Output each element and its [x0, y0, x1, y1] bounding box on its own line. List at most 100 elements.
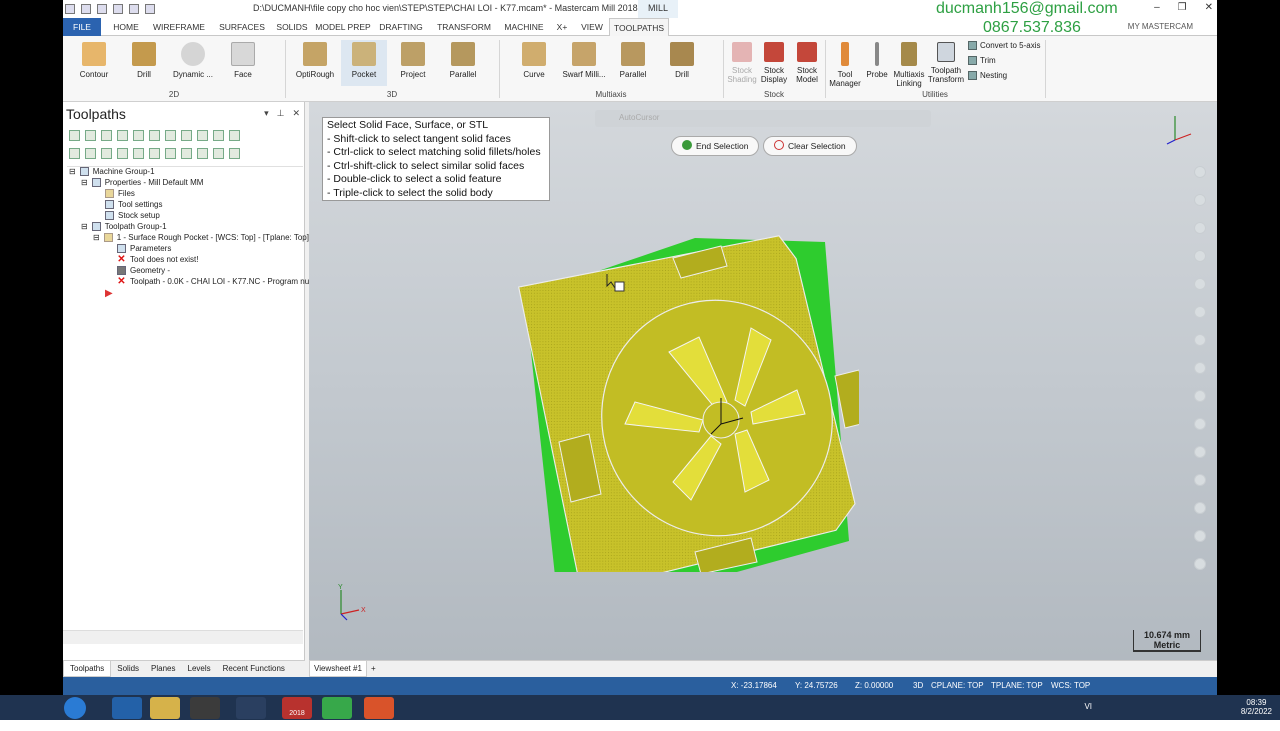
tree-node-tool[interactable]: ✕ Tool does not exist!: [117, 255, 198, 265]
redo-icon[interactable]: [145, 4, 155, 14]
cplane[interactable]: CPLANE: TOP: [931, 681, 984, 690]
move-down-icon[interactable]: [117, 147, 128, 159]
select-all-icon[interactable]: [69, 129, 80, 141]
explorer-icon[interactable]: [150, 697, 180, 719]
tab-x-[interactable]: X+: [549, 18, 575, 36]
measure-icon[interactable]: [1194, 306, 1206, 318]
insert-arrow-icon[interactable]: [149, 147, 160, 159]
multiaxis-linking-button[interactable]: Multiaxis Linking: [891, 42, 927, 88]
insert-arrow-marker-icon[interactable]: ▶: [105, 288, 113, 299]
post-icon[interactable]: [181, 129, 192, 141]
open-file-icon[interactable]: [81, 4, 91, 14]
hide-icon[interactable]: [1194, 446, 1206, 458]
tree-node-properties[interactable]: ⊟ Properties - Mill Default MM: [81, 178, 203, 187]
tool-manager-button[interactable]: Tool Manager: [827, 42, 863, 88]
dynamic-button[interactable]: Dynamic ...: [169, 42, 217, 79]
section-icon[interactable]: [1194, 474, 1206, 486]
mastercam-taskbar-icon[interactable]: 2018: [282, 697, 312, 719]
drill-button[interactable]: Drill: [125, 42, 163, 79]
clear-selection-button[interactable]: Clear Selection: [763, 136, 857, 156]
analyze-icon[interactable]: [1194, 334, 1206, 346]
project-button[interactable]: Project: [393, 42, 433, 79]
single-op-icon[interactable]: [181, 147, 192, 159]
camtasia-icon[interactable]: [322, 697, 352, 719]
face-button[interactable]: Face: [223, 42, 263, 79]
panel-dropdown-icon[interactable]: ▾: [264, 108, 269, 119]
window-zoom-icon[interactable]: [1194, 278, 1206, 290]
tab-viewsheet-1[interactable]: Viewsheet #1: [309, 661, 367, 677]
filter-icon[interactable]: [229, 147, 240, 159]
tab-surfaces[interactable]: SURFACES: [213, 18, 271, 36]
rotate-icon[interactable]: [1194, 222, 1206, 234]
tab-recent-functions[interactable]: Recent Functions: [217, 661, 291, 677]
solid-part-model[interactable]: [459, 162, 859, 572]
contour-button[interactable]: Contour: [75, 42, 113, 79]
move-up-icon[interactable]: [133, 147, 144, 159]
tab-home[interactable]: HOME: [107, 18, 145, 36]
chrome-icon[interactable]: [236, 697, 266, 719]
wireframe-icon[interactable]: [1194, 390, 1206, 402]
tab-model-prep[interactable]: MODEL PREP: [313, 18, 373, 36]
tree-node-toolpath[interactable]: ✕ Toolpath - 0.0K - CHAI LOI - K77.NC - P…: [117, 277, 316, 287]
stop-icon[interactable]: [1194, 558, 1206, 570]
clock-time[interactable]: 08:39: [1241, 698, 1272, 707]
mode-3d[interactable]: 3D: [913, 681, 923, 690]
parallel-multiaxis-button[interactable]: Parallel: [613, 42, 653, 79]
zoom-icon[interactable]: [1194, 166, 1206, 178]
swarf-milling-button[interactable]: Swarf Milli...: [559, 42, 609, 79]
start-button-icon[interactable]: [64, 697, 86, 719]
shade-icon[interactable]: [1194, 362, 1206, 374]
pan-icon[interactable]: [1194, 194, 1206, 206]
scroll-icon[interactable]: [165, 147, 176, 159]
panel-horizontal-scrollbar[interactable]: [63, 630, 303, 644]
tree-node-operation[interactable]: ⊟ 1 - Surface Rough Pocket - [WCS: Top] -…: [93, 233, 309, 242]
convert-to-5axis-button[interactable]: Convert to 5-axis: [968, 41, 1040, 50]
toolpath-transform-button[interactable]: Toolpath Transform: [927, 42, 965, 84]
trim-button[interactable]: Trim: [968, 56, 996, 65]
tab-drafting[interactable]: DRAFTING: [373, 18, 429, 36]
clock-date[interactable]: 8/2/2022: [1241, 707, 1272, 716]
close-icon[interactable]: ✕: [1205, 2, 1213, 13]
my-mastercam-link[interactable]: MY MASTERCAM: [1128, 22, 1193, 31]
lock-icon[interactable]: [69, 147, 80, 159]
tree-node-geometry[interactable]: Geometry -: [117, 266, 170, 275]
stock-shading-button[interactable]: Stock Shading: [727, 42, 757, 84]
delete-icon[interactable]: [213, 129, 224, 141]
parallel-3d-button[interactable]: Parallel: [443, 42, 483, 79]
collapse-icon[interactable]: [213, 147, 224, 159]
layers-icon[interactable]: [1194, 502, 1206, 514]
tab-levels[interactable]: Levels: [182, 661, 217, 677]
tplane[interactable]: TPLANE: TOP: [991, 681, 1043, 690]
regenerate-dirty-icon[interactable]: [117, 129, 128, 141]
tree-node-toolpath-group[interactable]: ⊟ Toolpath Group-1: [81, 222, 167, 231]
print-icon[interactable]: [113, 4, 123, 14]
probe-button[interactable]: Probe: [863, 42, 891, 79]
media-player-icon[interactable]: [190, 697, 220, 719]
tab-toolpaths[interactable]: Toolpaths: [63, 661, 112, 677]
drill-multiaxis-button[interactable]: Drill: [663, 42, 701, 79]
tab-file[interactable]: FILE: [63, 18, 101, 36]
new-file-icon[interactable]: [65, 4, 75, 14]
stock-display-button[interactable]: Stock Display: [759, 42, 789, 84]
tree-node-files[interactable]: Files: [105, 189, 135, 198]
tab-machine[interactable]: MACHINE: [499, 18, 549, 36]
panel-close-icon[interactable]: ✕: [292, 108, 300, 119]
tab-toolpaths[interactable]: TOOLPATHS: [609, 18, 669, 37]
minimize-icon[interactable]: –: [1154, 2, 1160, 13]
save-icon[interactable]: [97, 4, 107, 14]
recorder-icon[interactable]: [364, 697, 394, 719]
tab-planes[interactable]: Planes: [145, 661, 181, 677]
select-invalid-icon[interactable]: [85, 129, 96, 141]
tab-solids[interactable]: Solids: [111, 661, 145, 677]
tree-node-machine-group[interactable]: ⊟ Machine Group-1: [69, 167, 155, 176]
tab-transform[interactable]: TRANSFORM: [429, 18, 499, 36]
display-icon[interactable]: [101, 147, 112, 159]
maximize-icon[interactable]: ❐: [1178, 2, 1187, 13]
help-icon[interactable]: [229, 129, 240, 141]
expand-icon[interactable]: [197, 147, 208, 159]
nesting-button[interactable]: Nesting: [968, 71, 1007, 80]
pin-icon[interactable]: ⊥: [277, 108, 285, 119]
tab-wireframe[interactable]: WIREFRAME: [145, 18, 213, 36]
pocket-button[interactable]: Pocket: [341, 40, 387, 86]
levels-icon[interactable]: [1194, 418, 1206, 430]
